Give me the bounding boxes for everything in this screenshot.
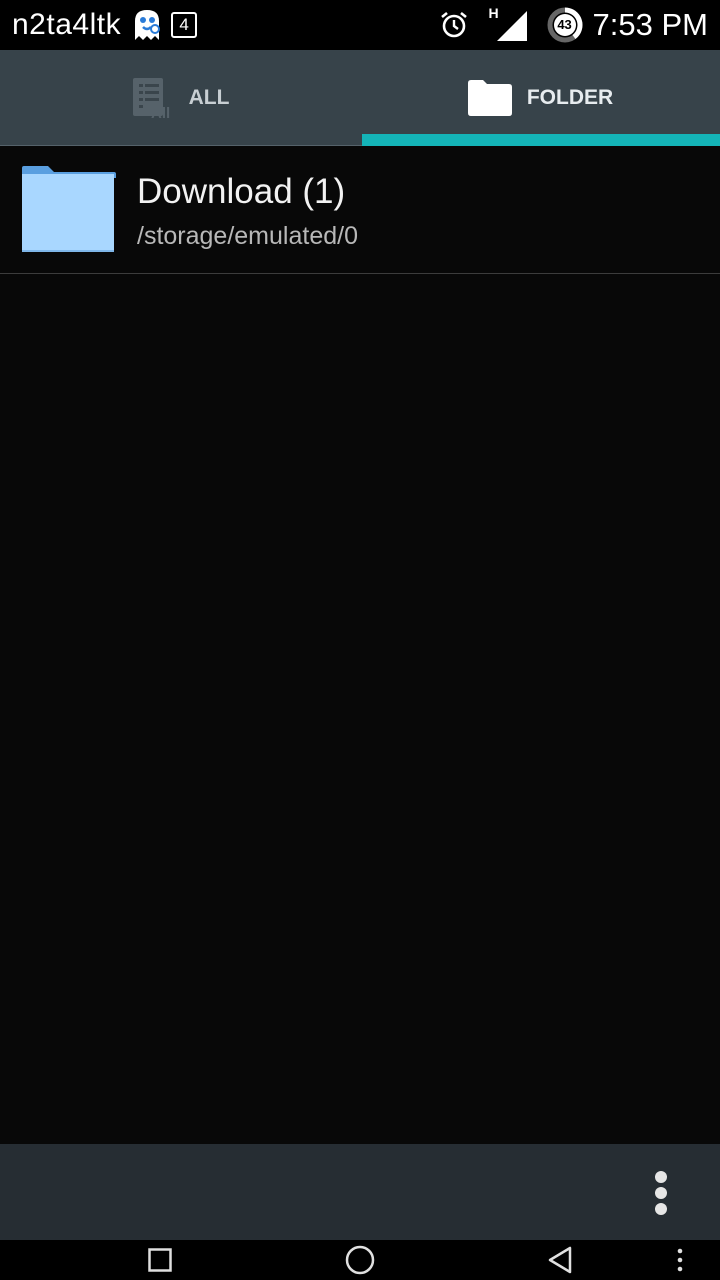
svg-text:All: All xyxy=(151,105,170,120)
tab-folder-label: FOLDER xyxy=(526,86,614,109)
recent-apps-button[interactable] xyxy=(140,1240,180,1280)
nav-menu-button[interactable] xyxy=(668,1240,692,1280)
status-bar: n2ta4ltk 4 H 43 7:53 PM xyxy=(0,0,720,50)
tab-all-label: ALL xyxy=(188,86,230,109)
tab-bar: All ALL FOLDER xyxy=(0,50,720,146)
list-all-icon: All xyxy=(132,78,170,120)
recent-apps-icon xyxy=(148,1248,172,1272)
signal-indicator: H xyxy=(489,5,535,45)
battery-indicator: 43 xyxy=(547,7,583,43)
navigation-bar xyxy=(0,1240,720,1280)
home-button[interactable] xyxy=(340,1240,380,1280)
battery-level: 43 xyxy=(557,17,572,32)
carrier-name: n2ta4ltk xyxy=(12,8,122,41)
back-icon xyxy=(548,1246,572,1274)
nav-overflow-icon xyxy=(677,1248,683,1272)
folder-name: Download (1) xyxy=(137,172,346,211)
status-left: n2ta4ltk 4 xyxy=(12,0,198,50)
folder-path: /storage/emulated/0 xyxy=(137,222,358,250)
signal-strength-icon xyxy=(496,11,527,41)
folder-icon xyxy=(467,80,512,116)
tab-all[interactable]: All ALL xyxy=(0,50,360,146)
folder-icon xyxy=(22,166,116,252)
clock: 7:53 PM xyxy=(592,7,708,42)
notification-count-badge: 4 xyxy=(171,12,198,38)
alarm-icon xyxy=(440,11,467,38)
status-right: H 43 7:53 PM xyxy=(439,0,708,50)
back-button[interactable] xyxy=(540,1240,580,1280)
tab-folder[interactable]: FOLDER xyxy=(360,50,720,146)
selected-tab-indicator xyxy=(362,134,720,146)
home-icon xyxy=(345,1245,375,1275)
ghost-app-icon xyxy=(135,10,161,40)
folder-list-item[interactable]: Download (1) /storage/emulated/0 xyxy=(0,146,720,274)
overflow-menu-icon[interactable] xyxy=(646,1170,676,1216)
bottom-action-bar xyxy=(0,1144,720,1240)
